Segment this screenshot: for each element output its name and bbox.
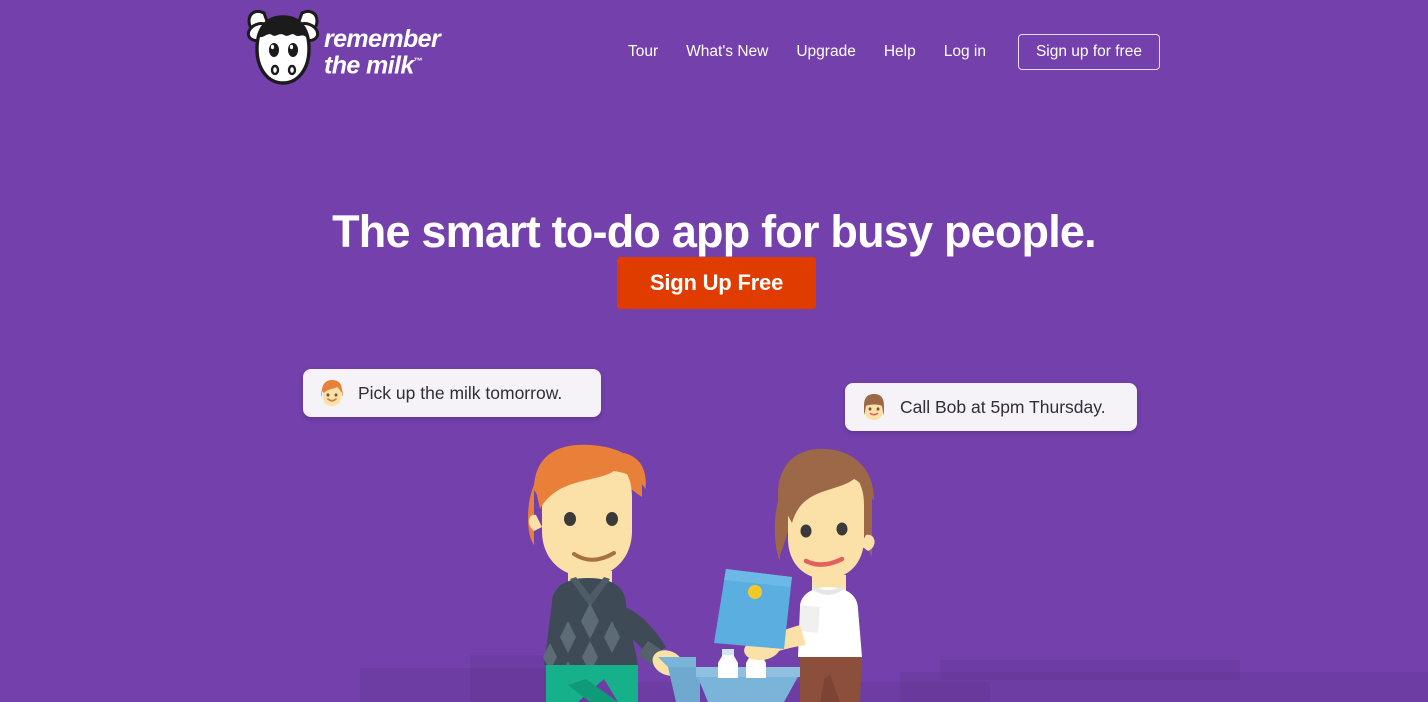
site-header: remember the milk™ Tour What's New Upgra… [0,0,1428,100]
hero-headline: The smart to-do app for busy people. [332,206,1097,258]
background-decoration [900,672,1428,702]
task-bubble[interactable]: Pick up the milk tomorrow. [303,369,601,417]
site-logo-wordmark: remember the milk™ [324,24,441,80]
background-decoration [940,660,1240,680]
signup-free-button[interactable]: Sign Up Free [617,257,816,309]
tablet-button [748,585,762,599]
milk-bottle [718,649,738,678]
male-avatar-icon [321,380,343,406]
nav-item-help[interactable]: Help [870,32,930,72]
main-navigation: Tour What's New Upgrade Help Log in Sign… [614,32,1160,72]
woman-eye-right [836,522,848,536]
man-eye-left [564,512,576,526]
nav-item-tour[interactable]: Tour [614,32,672,72]
nav-signup-button[interactable]: Sign up for free [1017,34,1160,70]
landing-page: remember the milk™ Tour What's New Upgra… [0,0,1428,702]
task-bubble[interactable]: Call Bob at 5pm Thursday. [845,383,1137,431]
trademark-symbol: ™ [413,55,423,66]
tablet [714,569,792,649]
task-bubble-text: Call Bob at 5pm Thursday. [900,396,1106,417]
nav-item-upgrade[interactable]: Upgrade [782,32,869,72]
man-eye-right [606,512,618,526]
female-avatar-icon [864,394,884,420]
shopping-couple-illustration [528,444,875,702]
nav-item-whats-new[interactable]: What's New [672,32,782,72]
logo-line-2: the milk [324,51,414,80]
nav-item-login[interactable]: Log in [930,32,1000,72]
task-bubble-text: Pick up the milk tomorrow. [358,382,563,403]
woman-sleeve [800,605,820,633]
cow-head-icon [246,9,320,85]
woman-eye-left [800,524,812,538]
logo-line-1: remember [324,24,441,53]
site-logo[interactable]: remember the milk™ [246,4,441,94]
